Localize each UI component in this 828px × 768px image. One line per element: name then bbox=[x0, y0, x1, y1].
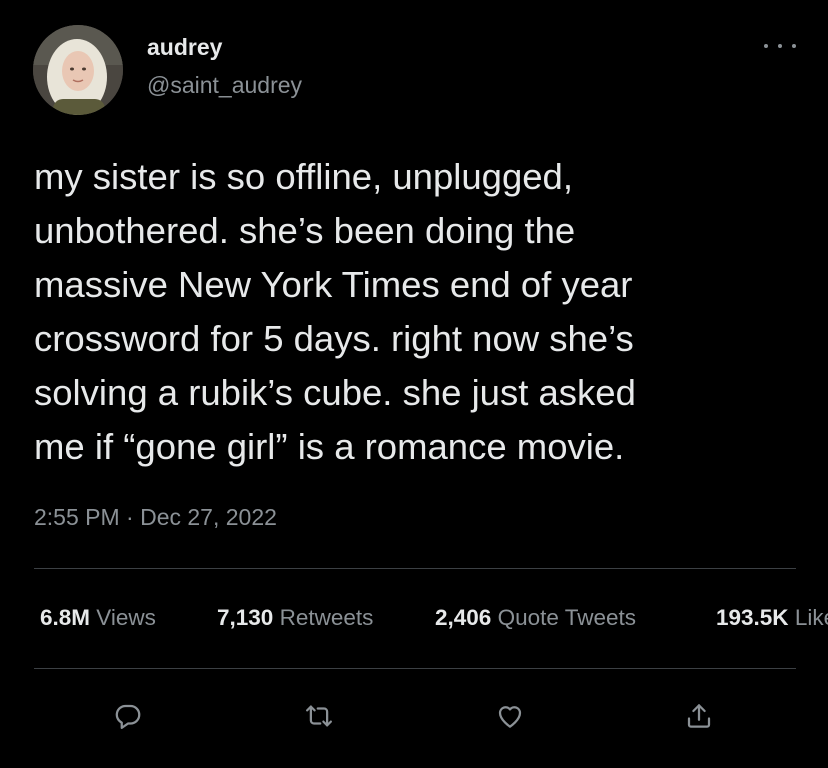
tweet-text-line: massive New York Times end of year bbox=[34, 264, 633, 305]
tweet-text-line: solving a rubik’s cube. she just asked bbox=[34, 372, 636, 413]
user-handle[interactable]: @saint_audrey bbox=[147, 72, 302, 99]
reply-button[interactable] bbox=[106, 694, 150, 738]
share-icon bbox=[687, 704, 711, 728]
views-count: 6.8M bbox=[40, 605, 91, 630]
more-options-icon[interactable] bbox=[764, 36, 796, 56]
retweet-button[interactable] bbox=[297, 694, 341, 738]
share-button[interactable] bbox=[677, 694, 721, 738]
tweet-text-line: me if “gone girl” is a romance movie. bbox=[34, 426, 625, 467]
display-name[interactable]: audrey bbox=[147, 34, 222, 61]
like-icon bbox=[498, 706, 522, 728]
likes-stat[interactable]: 193.5K Likes bbox=[716, 605, 828, 631]
views-stat[interactable]: 6.8M Views bbox=[40, 605, 156, 631]
retweets-stat[interactable]: 7,130 Retweets bbox=[217, 605, 373, 631]
reply-icon bbox=[115, 704, 141, 729]
tweet-timestamp[interactable]: 2:55 PM · Dec 27, 2022 bbox=[34, 504, 277, 531]
quote-tweets-count: 2,406 bbox=[435, 605, 492, 630]
tweet-text: my sister is so offline, unplugged, unbo… bbox=[34, 150, 804, 474]
tweet-text-line: my sister is so offline, unplugged, bbox=[34, 156, 573, 197]
avatar[interactable] bbox=[33, 25, 123, 115]
views-label: Views bbox=[96, 605, 156, 630]
retweets-label: Retweets bbox=[279, 605, 374, 630]
quote-tweets-label: Quote Tweets bbox=[497, 605, 636, 630]
engagement-stats: 6.8M Views 7,130 Retweets 2,406 Quote Tw… bbox=[40, 605, 828, 635]
profile-photo bbox=[33, 25, 123, 115]
retweet-icon bbox=[306, 705, 332, 727]
divider bbox=[34, 568, 796, 569]
tweet-text-line: crossword for 5 days. right now she’s bbox=[34, 318, 634, 359]
quote-tweets-stat[interactable]: 2,406 Quote Tweets bbox=[435, 605, 636, 631]
divider bbox=[34, 668, 796, 669]
like-button[interactable] bbox=[488, 694, 532, 738]
retweets-count: 7,130 bbox=[217, 605, 274, 630]
tweet-text-line: unbothered. she’s been doing the bbox=[34, 210, 576, 251]
likes-label: Likes bbox=[794, 605, 828, 630]
likes-count: 193.5K bbox=[716, 605, 789, 630]
